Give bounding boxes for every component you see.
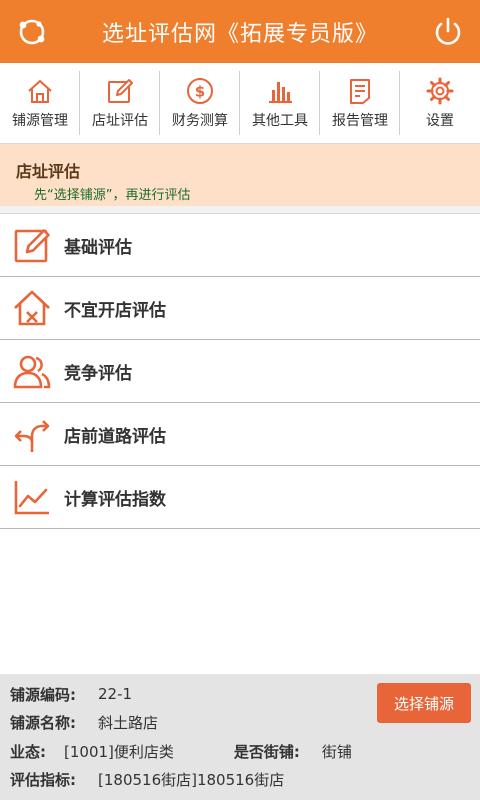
power-icon[interactable]	[430, 14, 466, 50]
street-shop-value: 街铺	[321, 742, 352, 761]
tool-label: 报告管理	[332, 113, 388, 129]
report-icon	[350, 79, 370, 104]
property-name-value: 斜土路店	[98, 714, 159, 733]
menu-item-label: 基础评估	[64, 237, 132, 258]
menu-item-label: 店前道路评估	[64, 426, 166, 447]
menu-item-unsuitable-evaluation[interactable]: 不宜开店评估	[0, 277, 480, 340]
eval-index-row: 评估指标: [180516街店]180516街店	[10, 766, 470, 795]
house-x-icon	[14, 290, 50, 326]
tool-label: 铺源管理	[12, 113, 68, 129]
property-code-label: 铺源编码:	[10, 685, 76, 704]
tool-settings[interactable]: 设置	[400, 63, 480, 143]
menu-item-label: 不宜开店评估	[64, 300, 166, 321]
section-hint: 先“选择铺源”，再进行评估	[34, 188, 191, 203]
dollar-icon: $	[187, 78, 213, 104]
tool-label: 其他工具	[252, 113, 308, 129]
tool-label: 财务测算	[172, 113, 228, 129]
menu-item-competition-evaluation[interactable]: 竞争评估	[0, 340, 480, 403]
app-title: 选址评估网《拓展专员版》	[101, 21, 378, 47]
divider	[0, 206, 480, 214]
menu-item-label: 计算评估指数	[64, 489, 166, 510]
tool-finance-calculation[interactable]: $ 财务测算	[160, 63, 240, 143]
section-header: 店址评估 先“选择铺源”，再进行评估	[0, 144, 480, 206]
main-toolbar: 铺源管理 店址评估 $ 财务测算 其他工具 报告管理 设置	[0, 63, 480, 144]
tool-other-tools[interactable]: 其他工具	[240, 63, 320, 143]
property-info-panel: 铺源编码: 22-1 铺源名称: 斜土路店 业态: [1001]便利店类 是否街…	[0, 674, 480, 800]
menu-item-label: 竞争评估	[64, 363, 132, 384]
tool-site-evaluation[interactable]: 店址评估	[80, 63, 160, 143]
evaluation-menu: 基础评估 不宜开店评估 竞争评估 店前道路评估 计算评估指数	[0, 214, 480, 529]
tool-report-management[interactable]: 报告管理	[320, 63, 400, 143]
refresh-icon[interactable]	[14, 14, 50, 50]
edit-icon	[14, 229, 50, 263]
menu-item-calc-index[interactable]: 计算评估指数	[0, 466, 480, 529]
home-icon	[28, 80, 52, 103]
bar-chart-icon	[269, 82, 292, 103]
eval-index-value: [180516街店]180516街店	[98, 771, 285, 790]
gear-icon	[426, 77, 454, 105]
tool-property-management[interactable]: 铺源管理	[0, 63, 80, 143]
tool-label: 店址评估	[92, 113, 148, 129]
street-shop-label: 是否街铺:	[233, 742, 300, 761]
property-name-label: 铺源名称:	[10, 714, 76, 733]
road-split-icon	[14, 420, 50, 452]
line-chart-icon	[14, 481, 49, 515]
business-type-value: [1001]便利店类	[64, 742, 174, 761]
section-title: 店址评估	[16, 162, 81, 181]
property-code-value: 22-1	[98, 685, 133, 704]
select-property-button[interactable]: 选择铺源	[377, 683, 471, 723]
users-icon	[13, 355, 51, 389]
menu-item-basic-evaluation[interactable]: 基础评估	[0, 214, 480, 277]
edit-icon	[108, 79, 133, 103]
eval-index-label: 评估指标:	[10, 771, 76, 790]
tool-label: 设置	[426, 113, 454, 129]
svg-text:$: $	[195, 83, 205, 101]
app-header: 选址评估网《拓展专员版》	[0, 0, 480, 63]
menu-item-road-evaluation[interactable]: 店前道路评估	[0, 403, 480, 466]
business-type-row: 业态: [1001]便利店类 是否街铺: 街铺	[10, 737, 470, 766]
business-type-label: 业态:	[10, 742, 46, 761]
